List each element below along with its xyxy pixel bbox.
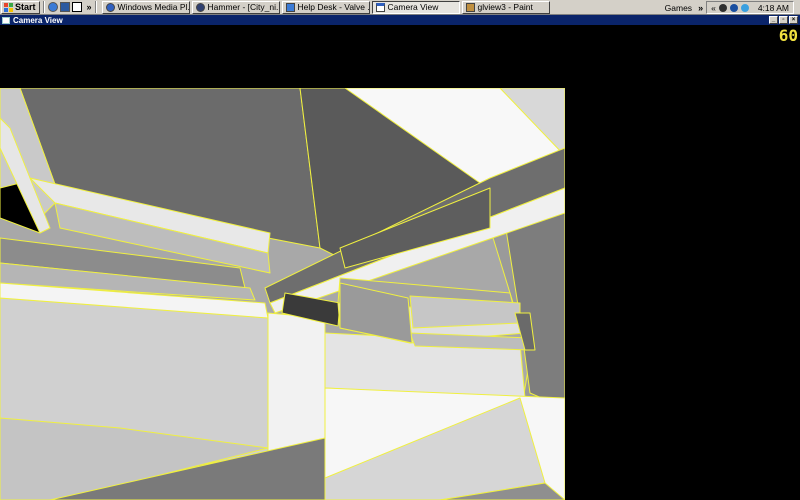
- task-label: Windows Media Pl...: [117, 2, 190, 12]
- task-label: Hammer - [City_ni...: [207, 2, 280, 12]
- task-button-help-desk[interactable]: Help Desk - Valve ...: [281, 0, 370, 14]
- media-player-icon: [105, 2, 115, 12]
- window-icon: [2, 16, 10, 24]
- windows-flag-icon: [4, 2, 13, 12]
- camera-view-title-bar[interactable]: Camera View _ ▫ ×: [0, 15, 800, 25]
- paint-icon: [465, 2, 475, 12]
- quick-launch: »: [47, 2, 92, 12]
- window-controls: _ ▫ ×: [769, 16, 798, 24]
- show-desktop-icon[interactable]: [59, 2, 70, 12]
- network-icon[interactable]: [740, 3, 749, 12]
- task-button-camera-view[interactable]: Camera View: [371, 0, 460, 14]
- games-toolbar-overflow-icon[interactable]: »: [698, 3, 703, 13]
- fps-counter: 60: [778, 26, 798, 45]
- task-button-hammer[interactable]: Hammer - [City_ni...: [191, 0, 280, 14]
- rendered-geometry: [0, 88, 565, 500]
- taskbar-separator: [94, 1, 97, 13]
- start-label: Start: [15, 2, 36, 12]
- tray-expand-icon[interactable]: «: [711, 3, 716, 13]
- task-label: Camera View: [387, 2, 439, 12]
- close-button[interactable]: ×: [789, 16, 798, 24]
- ie-icon: [285, 2, 295, 12]
- restore-button[interactable]: ▫: [779, 16, 788, 24]
- start-button[interactable]: Start: [1, 0, 40, 14]
- taskbar: Start » Windows Media Pl... Hammer - [Ci…: [0, 0, 800, 15]
- window-icon: [375, 2, 385, 12]
- window-switch-icon[interactable]: [71, 2, 82, 12]
- task-label: Help Desk - Valve ...: [297, 2, 370, 12]
- 3d-camera-viewport[interactable]: [0, 88, 565, 500]
- internet-explorer-icon[interactable]: [47, 2, 58, 12]
- hammer-icon: [195, 2, 205, 12]
- minimize-button[interactable]: _: [769, 16, 778, 24]
- task-button-paint[interactable]: glview3 - Paint: [461, 0, 550, 14]
- clock[interactable]: 4:18 AM: [758, 3, 789, 13]
- steam-icon[interactable]: [729, 3, 738, 12]
- notification-area: « 4:18 AM: [706, 1, 794, 14]
- task-button-media-player[interactable]: Windows Media Pl...: [101, 0, 190, 14]
- speaker-icon[interactable]: [718, 3, 727, 12]
- games-toolbar-label[interactable]: Games: [665, 3, 692, 13]
- task-label: glview3 - Paint: [477, 2, 533, 12]
- quick-launch-overflow-icon[interactable]: »: [87, 2, 92, 12]
- taskbar-separator: [42, 1, 45, 13]
- system-tray-area: Games » « 4:18 AM: [665, 0, 800, 15]
- window-title: Camera View: [13, 15, 63, 25]
